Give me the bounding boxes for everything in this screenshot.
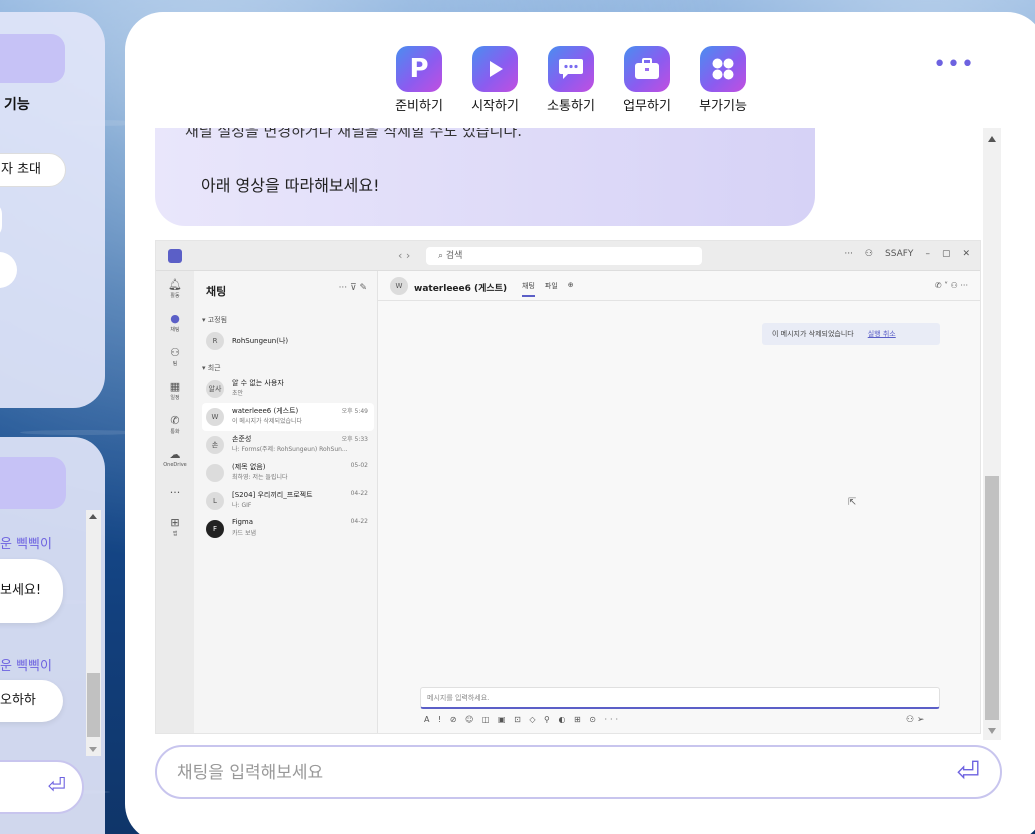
teams-search: ⌕ 검색 — [426, 247, 702, 265]
nav-label: 준비하기 — [395, 99, 443, 114]
chat-rail-icon: ● 채팅 — [170, 311, 180, 333]
send-icon: ⚇ ➢ — [906, 715, 925, 725]
cursor-icon: ⇱ — [848, 497, 857, 508]
nav-prepare[interactable]: P 준비하기 — [395, 46, 443, 114]
play-icon — [472, 46, 518, 92]
more-icon: ··· — [169, 485, 181, 499]
teams-account: SSAFY — [885, 249, 914, 259]
section-pinned: ▾ 고정됨 — [202, 316, 228, 324]
chat-input[interactable] — [177, 759, 917, 787]
p-icon: P — [396, 46, 442, 92]
briefcase-icon — [624, 46, 670, 92]
nav-communicate[interactable]: 소통하기 — [547, 46, 595, 114]
list-actions-icon: ··· ⊽ ✎ — [338, 283, 367, 293]
teams-compose: 메시지를 입력하세요. — [420, 687, 940, 709]
list-item: F Figma 카드 보냄 04-22 — [202, 515, 374, 543]
list-item: 알사 알 수 없는 사용자 초안 — [202, 375, 374, 403]
list-item: L [S204] 우리끼리_프로젝트 나: GIF 04-22 — [202, 487, 374, 515]
left-scrollbar[interactable] — [86, 510, 101, 756]
list-item: (제목 없음) 최하영: 저는 들립니다 05-02 — [202, 459, 374, 487]
conversation-name: waterleee6 (게스트) — [414, 284, 508, 294]
list-item: 손 손준성 나: Forms(주제: RohSungeun) RohSun...… — [202, 431, 374, 459]
feature-label: 기능 — [4, 97, 30, 113]
sender-name: 운 삑삑이 — [0, 659, 52, 674]
list-item: R RohSungeun(나) — [202, 327, 374, 355]
nav-work[interactable]: 업무하기 — [623, 46, 671, 114]
more-options-icon[interactable]: ••• — [933, 52, 975, 77]
bell-icon: 🔔︎ 활동 — [168, 277, 182, 299]
team-icon: ⚇ 팀 — [170, 345, 180, 367]
nav-label: 부가기능 — [699, 99, 747, 114]
chat-area: 채널 설정을 변경하거나 채널을 삭제할 수도 있습니다. 아래 영상을 따라해… — [155, 128, 1001, 740]
call-icon: ✆ ˅ ⚇ ··· — [934, 281, 968, 290]
apps-icon — [700, 46, 746, 92]
left-option-button[interactable] — [0, 202, 2, 238]
section-recent: ▾ 최근 — [202, 364, 221, 372]
left-chat-header-pill — [0, 457, 66, 509]
conversation-header: W waterleee6 (게스트) 채팅 파일 ⊕ ✆ ˅ ⚇ ··· — [378, 271, 980, 301]
teams-titlebar: ‹ › ⌕ 검색 ··· ⚇ SSAFY – ▢ ✕ — [156, 241, 980, 271]
calendar-icon: ▦ 일정 — [169, 379, 181, 401]
left-option-button[interactable] — [0, 252, 17, 288]
invite-button[interactable]: 자 초대 — [0, 153, 66, 187]
enter-icon[interactable]: ⏎ — [48, 774, 66, 799]
bot-message-bubble: 채널 설정을 변경하거나 채널을 삭제할 수도 있습니다. 아래 영상을 따라해… — [155, 128, 815, 226]
scroll-down-icon[interactable] — [988, 728, 996, 734]
chat-icon — [548, 46, 594, 92]
nav-start[interactable]: 시작하기 — [471, 46, 519, 114]
teams-window-controls: ··· ⚇ SSAFY – ▢ ✕ — [844, 249, 970, 259]
teams-search-text: 검색 — [445, 251, 463, 261]
nav-label: 업무하기 — [623, 99, 671, 114]
cloud-icon: ☁ OneDrive — [163, 448, 187, 468]
scroll-up-icon[interactable] — [89, 514, 97, 519]
nav-label: 소통하기 — [547, 99, 595, 114]
left-chat-panel: 운 삑삑이 보세요! 운 삑삑이 오하하 ⏎ — [0, 437, 105, 834]
apps-plus-icon: ⊞ 앱 — [170, 515, 180, 537]
tutorial-screenshot: ‹ › ⌕ 검색 ··· ⚇ SSAFY – ▢ ✕ 🔔︎ 활동 ● 채팅 ⚇ 팀 ▦ 일정 ✆ 통… — [155, 240, 981, 734]
teams-logo — [168, 249, 182, 263]
compose-toolbar-icons: A ! ⊘ ☺ ◫ ▣ ⊡ ◇ ⚲ ◐ ⊞ ⊙ ··· — [424, 715, 622, 724]
chat-input-box[interactable]: ⏎ — [155, 745, 1002, 799]
list-item: W waterleee6 (게스트) 이 메시지가 삭제되었습니다 오후 5:4… — [202, 403, 374, 431]
deleted-message-notice: 이 메시지가 삭제되었습니다 실행 취소 — [762, 323, 940, 345]
enter-icon[interactable]: ⏎ — [957, 755, 980, 788]
back-forward-icon: ‹ › — [398, 249, 411, 262]
teams-chat-list: 채팅 ··· ⊽ ✎ ▾ 고정됨 R RohSungeun(나) ▾ 최근 알사… — [194, 271, 378, 733]
avatar: W — [390, 277, 408, 295]
chat-bubble: 오하하 — [0, 680, 63, 722]
scroll-down-icon[interactable] — [89, 747, 97, 752]
conversation-tabs: 채팅 파일 ⊕ — [522, 281, 574, 297]
nav-label: 시작하기 — [471, 99, 519, 114]
scroll-up-icon[interactable] — [988, 136, 996, 142]
phone-icon: ✆ 통화 — [170, 413, 180, 435]
message-text: 아래 영상을 따라해보세요! — [201, 176, 380, 195]
top-nav: P 준비하기 시작하기 소통하기 업무하기 부가기능 — [395, 46, 747, 114]
left-chat-input[interactable]: ⏎ — [0, 760, 84, 814]
teams-rail: 🔔︎ 활동 ● 채팅 ⚇ 팀 ▦ 일정 ✆ 통화 ☁ OneDrive ··· ⊞ 앱 — [156, 271, 194, 733]
teams-list-title: 채팅 — [206, 285, 227, 298]
left-header-pill[interactable] — [0, 34, 65, 83]
left-panel-top: 기능 자 초대 — [0, 12, 105, 408]
nav-extra[interactable]: 부가기능 — [699, 46, 747, 114]
chat-scrollbar[interactable] — [983, 128, 1001, 740]
chat-bubble: 보세요! — [0, 559, 63, 623]
teams-conversation: W waterleee6 (게스트) 채팅 파일 ⊕ ✆ ˅ ⚇ ··· 이 메… — [378, 271, 980, 733]
scroll-thumb[interactable] — [87, 673, 100, 737]
message-text-cut: 채널 설정을 변경하거나 채널을 삭제할 수도 있습니다. — [185, 128, 522, 140]
scroll-thumb[interactable] — [985, 476, 999, 720]
sender-name: 운 삑삑이 — [0, 537, 52, 552]
main-panel: P 준비하기 시작하기 소통하기 업무하기 부가기능 ••• 채널 설정을 변경… — [125, 12, 1035, 834]
